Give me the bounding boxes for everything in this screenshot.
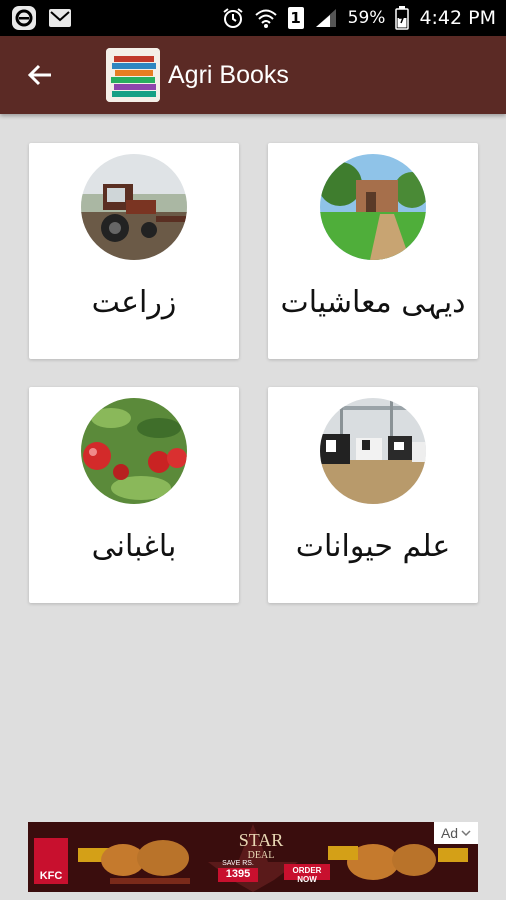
ad-banner[interactable]: KFC STAR DEAL SAVE RS. 1395 ORDER NOW Ad	[28, 822, 478, 892]
chevron-down-icon	[461, 830, 471, 837]
battery-percent: 59%	[347, 8, 386, 28]
apples-photo	[81, 398, 187, 504]
battery-icon	[395, 6, 410, 30]
status-bar: 1 59% 4:42 PM	[0, 0, 506, 36]
kfc-logo: KFC	[39, 870, 63, 882]
alarm-icon	[222, 7, 244, 29]
ad-headline: STAR	[238, 830, 284, 850]
ad-tag-label: Ad	[440, 825, 459, 841]
cows-photo	[320, 398, 426, 504]
tractor-photo	[81, 154, 187, 260]
message-notification-icon	[48, 7, 72, 29]
signal-icon	[314, 7, 338, 29]
category-card-horticulture[interactable]: باغبانی	[29, 387, 239, 603]
app-title: Agri Books	[168, 60, 289, 89]
ad-price-prefix: SAVE RS.	[222, 860, 254, 867]
sim-slot-label: 1	[287, 7, 304, 29]
category-label: باغبانی	[91, 529, 177, 564]
app-logo	[106, 48, 160, 102]
rural-house-photo	[320, 154, 426, 260]
category-label: زراعت	[91, 285, 177, 320]
app-notification-icon	[10, 4, 38, 32]
category-label: علم حیوانات	[295, 529, 451, 564]
ad-choices-tag[interactable]: Ad	[434, 822, 478, 844]
category-card-agriculture[interactable]: زراعت	[29, 143, 239, 359]
ad-price: 1395	[218, 868, 258, 882]
ad-order-button[interactable]: ORDER NOW	[284, 866, 330, 884]
clock: 4:42 PM	[419, 7, 496, 29]
category-card-zoology[interactable]: علم حیوانات	[268, 387, 478, 603]
category-label: دیہی معاشیات	[280, 285, 466, 320]
sim-icon: 1	[287, 7, 304, 29]
back-button[interactable]	[22, 57, 58, 93]
wifi-icon	[254, 7, 278, 29]
arrow-back-icon	[27, 64, 51, 86]
app-bar: Agri Books	[0, 36, 506, 114]
category-card-rural-economics[interactable]: دیہی معاشیات	[268, 143, 478, 359]
